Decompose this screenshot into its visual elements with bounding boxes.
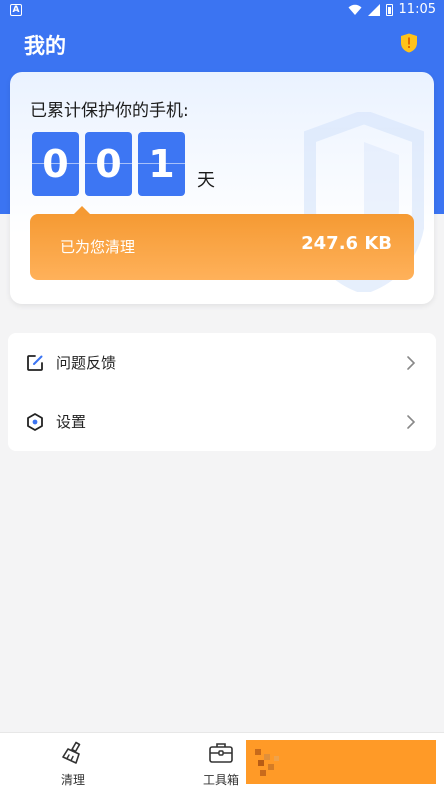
- nav-tab-clean[interactable]: 清理: [38, 741, 108, 788]
- day-digit: 0: [32, 132, 79, 196]
- broom-icon: [62, 741, 81, 764]
- menu-item-feedback[interactable]: 问题反馈: [8, 333, 436, 392]
- menu-item-settings[interactable]: 设置: [8, 392, 436, 451]
- app-notification-icon: A: [10, 4, 22, 16]
- protection-card: 已累计保护你的手机: 0 0 1 天 已为您清理 247.6 KB: [10, 72, 434, 304]
- wifi-icon: [348, 4, 362, 15]
- cleaned-amount: 247.6 KB: [301, 233, 392, 254]
- security-alert-icon[interactable]: [400, 33, 418, 53]
- status-bar: A 11:05: [0, 0, 444, 22]
- settings-menu: 问题反馈 设置: [8, 333, 436, 451]
- page-title: 我的: [24, 34, 66, 58]
- day-digit: 0: [85, 132, 132, 196]
- edit-icon: [27, 354, 43, 371]
- status-time: 11:05: [398, 2, 436, 17]
- ad-logo-icon: [255, 749, 279, 776]
- chevron-right-icon: [407, 414, 416, 429]
- cleaned-summary-banner: 已为您清理 247.6 KB: [30, 206, 414, 280]
- cleaned-label: 已为您清理: [60, 238, 136, 256]
- menu-item-label: 问题反馈: [56, 354, 117, 372]
- nav-label: 清理: [60, 773, 85, 787]
- ad-banner[interactable]: [246, 740, 436, 784]
- signal-icon: [367, 3, 380, 16]
- menu-item-label: 设置: [56, 413, 87, 431]
- settings-hexagon-icon: [27, 412, 43, 431]
- days-unit-label: 天: [197, 170, 215, 191]
- day-digit: 1: [138, 132, 185, 196]
- protection-heading: 已累计保护你的手机:: [30, 101, 189, 121]
- chevron-right-icon: [407, 355, 416, 370]
- protection-days-counter: 0 0 1 天: [32, 132, 215, 196]
- battery-icon: [385, 3, 393, 16]
- toolbox-icon: [209, 743, 233, 763]
